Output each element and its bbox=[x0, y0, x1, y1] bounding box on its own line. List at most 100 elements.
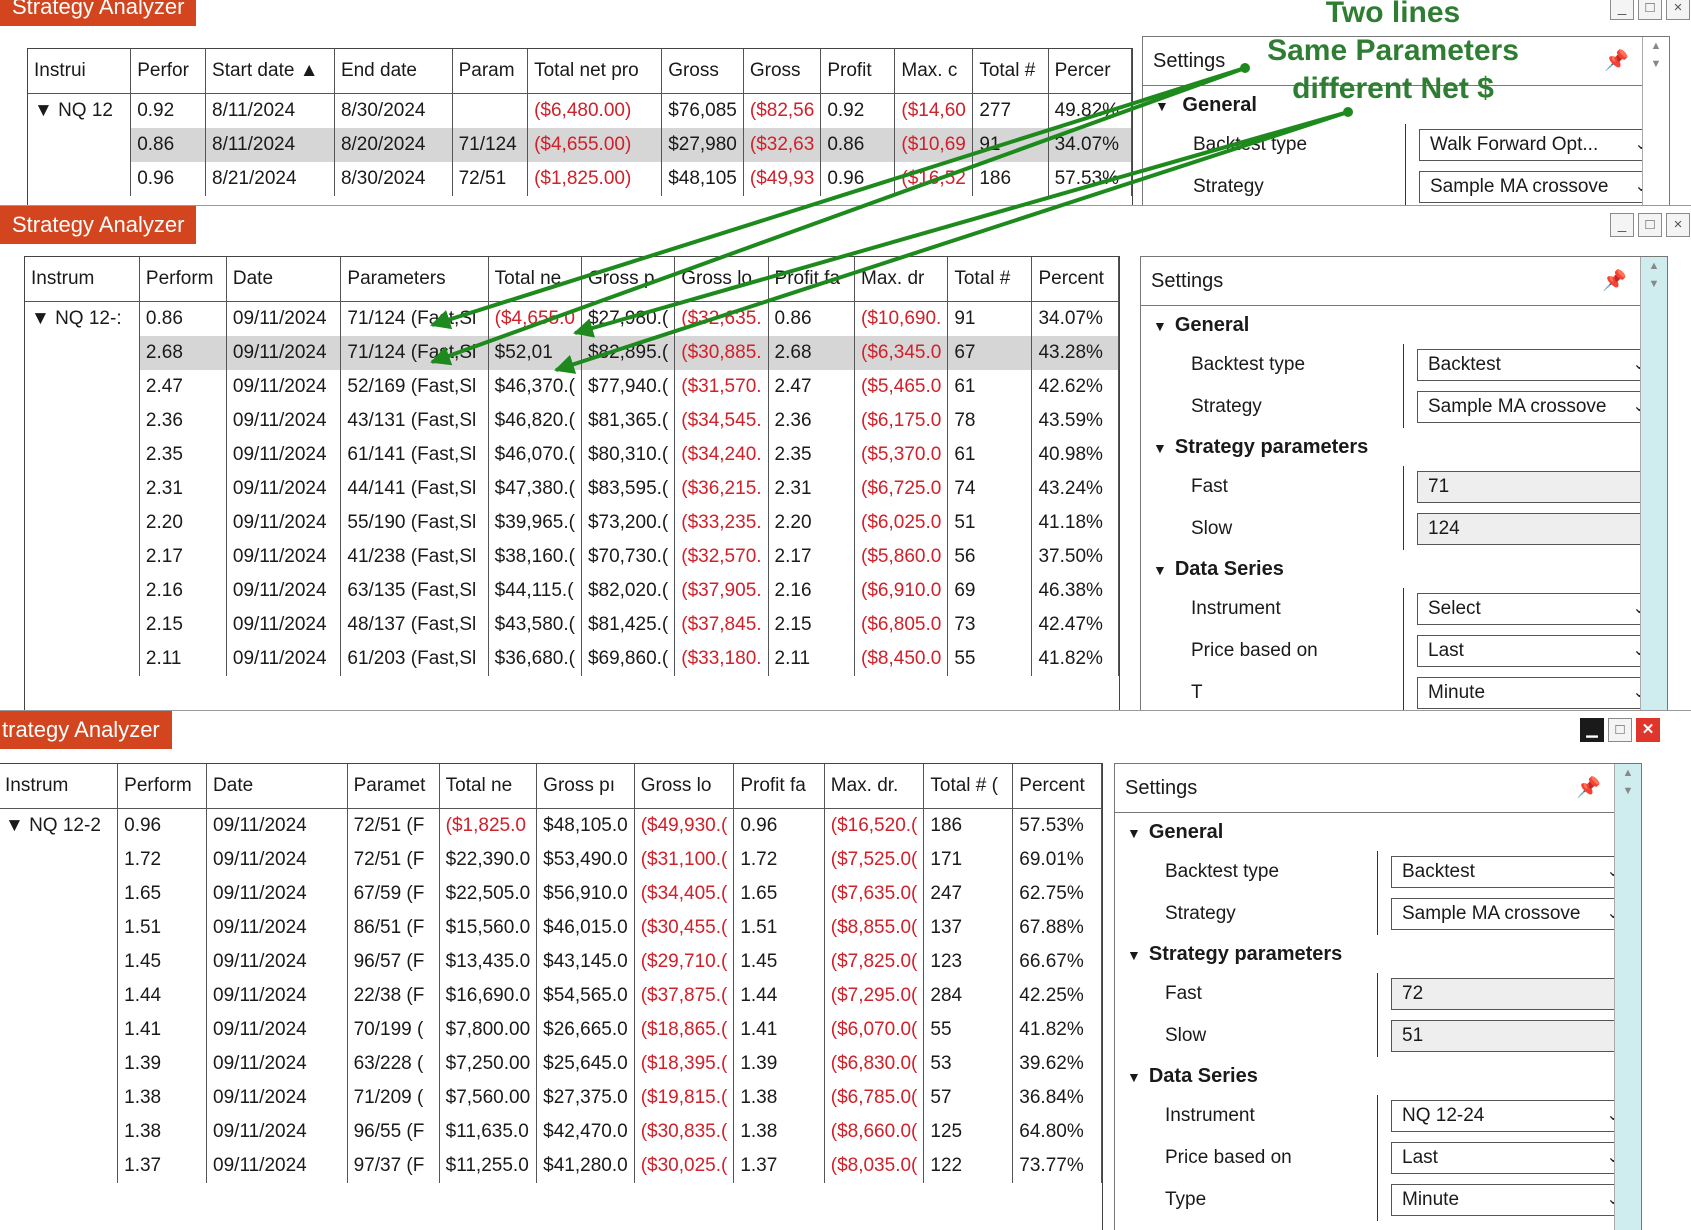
type-select[interactable]: Minute⌄ bbox=[1391, 1184, 1629, 1216]
column-header[interactable]: Profit fa bbox=[733, 764, 825, 809]
pin-icon[interactable]: 📌 bbox=[1576, 764, 1601, 812]
pin-icon[interactable]: 📌 bbox=[1604, 37, 1629, 85]
instrument-select[interactable]: Select⌄ bbox=[1417, 593, 1655, 625]
section-data-series[interactable]: ▼ Data Series bbox=[1141, 550, 1667, 588]
column-header[interactable]: Gross pı bbox=[536, 764, 635, 809]
column-header[interactable]: Instrui bbox=[28, 49, 132, 94]
collapse-triangle-icon[interactable]: ▼ bbox=[1153, 318, 1167, 334]
table-row[interactable]: 1.39 09/11/2024 63/228 ($7,250.00 $25,645.0… bbox=[0, 1047, 1102, 1081]
column-header[interactable]: Perfor bbox=[130, 49, 207, 94]
table-row[interactable]: 2.16 09/11/2024 63/135 (Fast,Sl $44,115.($8… bbox=[25, 574, 1119, 608]
column-header[interactable]: Gross lo bbox=[674, 257, 769, 302]
scroll-up-icon[interactable]: ▲ bbox=[1643, 37, 1669, 55]
close-icon[interactable]: × bbox=[1666, 213, 1690, 237]
column-header[interactable]: Total ne bbox=[488, 257, 582, 302]
window-title[interactable]: Strategy Analyzer bbox=[0, 206, 197, 244]
table-row[interactable]: ▼ NQ 12-2 0.96 09/11/2024 72/51 (F ($1,825.0… bbox=[0, 808, 1102, 843]
column-header[interactable]: Instrum bbox=[25, 257, 140, 302]
section-data-series[interactable]: ▼ Data Series bbox=[1115, 1057, 1641, 1095]
scroll-up-icon[interactable]: ▲ bbox=[1641, 257, 1667, 275]
table-row[interactable]: 0.96 8/21/2024 8/30/2024 72/51 ($1,825.00) $4… bbox=[28, 162, 1132, 196]
pin-icon[interactable]: 📌 bbox=[1602, 257, 1627, 305]
backtest-type-select[interactable]: Walk Forward Opt... ⌄ bbox=[1419, 129, 1657, 161]
column-header[interactable]: Total # bbox=[972, 49, 1049, 94]
fast-input[interactable]: 71 bbox=[1417, 471, 1655, 503]
window-title[interactable]: trategy Analyzer bbox=[0, 711, 172, 749]
settings-scrollbar[interactable]: ▲ ▼ bbox=[1614, 764, 1641, 1230]
column-header[interactable]: Paramet bbox=[347, 764, 440, 809]
column-header[interactable]: Percent bbox=[1031, 257, 1119, 302]
table-row[interactable]: 1.38 09/11/2024 96/55 (F $11,635.0 $42,470.0… bbox=[0, 1115, 1102, 1149]
section-strategy-parameters[interactable]: ▼ Strategy parameters bbox=[1115, 935, 1641, 973]
table-row[interactable]: 2.31 09/11/2024 44/141 (Fast,Sl $47,380.($8… bbox=[25, 472, 1119, 506]
column-header[interactable]: Gross p bbox=[581, 257, 676, 302]
window-title[interactable]: Strategy Analyzer bbox=[0, 0, 197, 26]
table-row[interactable]: 2.68 09/11/2024 71/124 (Fast,Sl $52,01 $82,8… bbox=[25, 336, 1119, 370]
column-header[interactable]: Gross lo bbox=[634, 764, 735, 809]
maximize-icon[interactable]: □ bbox=[1608, 718, 1632, 742]
fast-input[interactable]: 72 bbox=[1391, 978, 1629, 1010]
table-row[interactable]: 1.37 09/11/2024 97/37 (F $11,255.0 $41,280.0… bbox=[0, 1149, 1102, 1183]
column-header[interactable]: Date bbox=[226, 257, 342, 302]
column-header[interactable]: Start date ▲ bbox=[205, 49, 335, 94]
strategy-select[interactable]: Sample MA crossove⌄ bbox=[1417, 391, 1655, 423]
column-header[interactable]: Perform bbox=[117, 764, 208, 809]
column-header[interactable]: Gross bbox=[661, 49, 744, 94]
table-row[interactable]: 2.15 09/11/2024 48/137 (Fast,Sl $43,580.($8… bbox=[25, 608, 1119, 642]
collapse-triangle-icon[interactable]: ▼ bbox=[1127, 947, 1141, 963]
section-general[interactable]: ▼ General bbox=[1115, 813, 1641, 851]
table-row[interactable]: 0.86 8/11/2024 8/20/2024 71/124 ($4,655.00) $… bbox=[28, 128, 1132, 162]
scroll-down-icon[interactable]: ▼ bbox=[1643, 55, 1669, 73]
column-header[interactable]: End date bbox=[334, 49, 453, 94]
table-row[interactable]: 1.65 09/11/2024 67/59 (F $22,505.0 $56,910.0… bbox=[0, 877, 1102, 911]
minimize-icon[interactable]: ▁ bbox=[1580, 718, 1604, 742]
column-header[interactable]: Perform bbox=[139, 257, 227, 302]
column-header[interactable]: Date bbox=[206, 764, 348, 809]
close-icon[interactable]: × bbox=[1666, 0, 1690, 20]
column-header[interactable]: Gross bbox=[743, 49, 822, 94]
maximize-icon[interactable]: □ bbox=[1638, 0, 1662, 20]
scroll-up-icon[interactable]: ▲ bbox=[1615, 764, 1641, 782]
collapse-triangle-icon[interactable]: ▼ bbox=[1153, 440, 1167, 456]
table-row[interactable]: 2.11 09/11/2024 61/203 (Fast,Sl $36,680.($6… bbox=[25, 642, 1119, 676]
table-row[interactable]: 2.20 09/11/2024 55/190 (Fast,Sl $39,965.($7… bbox=[25, 506, 1119, 540]
slow-input[interactable]: 124 bbox=[1417, 513, 1655, 545]
collapse-triangle-icon[interactable]: ▼ bbox=[1127, 825, 1141, 841]
column-header[interactable]: Max. dr bbox=[854, 257, 949, 302]
price-based-on-select[interactable]: Last⌄ bbox=[1391, 1142, 1629, 1174]
instrument-select[interactable]: NQ 12-24⌄ bbox=[1391, 1100, 1629, 1132]
table-row[interactable]: 1.45 09/11/2024 96/57 (F $13,435.0 $43,145.0… bbox=[0, 945, 1102, 979]
collapse-triangle-icon[interactable]: ▼ bbox=[1153, 562, 1167, 578]
table-row[interactable]: 1.72 09/11/2024 72/51 (F $22,390.0 $53,490.0… bbox=[0, 843, 1102, 877]
minimize-icon[interactable]: _ bbox=[1610, 0, 1634, 20]
table-row[interactable]: ▼ NQ 12-: 0.86 09/11/2024 71/124 (Fast,Sl ($… bbox=[25, 301, 1119, 336]
settings-scrollbar[interactable]: ▲ ▼ bbox=[1642, 37, 1669, 205]
column-header[interactable]: Total # bbox=[947, 257, 1033, 302]
scroll-down-icon[interactable]: ▼ bbox=[1641, 275, 1667, 293]
scroll-down-icon[interactable]: ▼ bbox=[1615, 782, 1641, 800]
column-header[interactable]: Profit fa bbox=[768, 257, 856, 302]
table-row[interactable]: 1.44 09/11/2024 22/38 (F $16,690.0 $54,565.0… bbox=[0, 979, 1102, 1013]
table-row[interactable]: 2.35 09/11/2024 61/141 (Fast,Sl $46,070.($8… bbox=[25, 438, 1119, 472]
column-header[interactable]: Parameters bbox=[340, 257, 489, 302]
t-select[interactable]: Minute⌄ bbox=[1417, 677, 1655, 709]
table-row[interactable]: 1.38 09/11/2024 71/209 ($7,560.00 $27,375.0… bbox=[0, 1081, 1102, 1115]
strategy-select[interactable]: Sample MA crossove ⌄ bbox=[1419, 171, 1657, 203]
backtest-type-select[interactable]: Backtest⌄ bbox=[1391, 856, 1629, 888]
column-header[interactable]: Instrum bbox=[0, 764, 119, 809]
column-header[interactable]: Param bbox=[452, 49, 529, 94]
section-strategy-parameters[interactable]: ▼ Strategy parameters bbox=[1141, 428, 1667, 466]
table-row[interactable]: 1.51 09/11/2024 86/51 (F $15,560.0 $46,015.0… bbox=[0, 911, 1102, 945]
table-row[interactable]: 2.17 09/11/2024 41/238 (Fast,Sl $38,160.($7… bbox=[25, 540, 1119, 574]
column-header[interactable]: Profit bbox=[820, 49, 896, 94]
column-header[interactable]: Total net pro bbox=[527, 49, 663, 94]
maximize-icon[interactable]: □ bbox=[1638, 213, 1662, 237]
settings-scrollbar[interactable]: ▲ ▼ bbox=[1640, 257, 1667, 711]
close-icon[interactable]: ✕ bbox=[1636, 718, 1660, 742]
table-row[interactable]: 2.47 09/11/2024 52/169 (Fast,Sl $46,370.($7… bbox=[25, 370, 1119, 404]
collapse-triangle-icon[interactable]: ▼ bbox=[1127, 1069, 1141, 1085]
table-row[interactable]: ▼ NQ 12 0.92 8/11/2024 8/30/2024 ($6,480.00)… bbox=[28, 93, 1132, 128]
table-row[interactable]: 2.36 09/11/2024 43/131 (Fast,Sl $46,820.($8… bbox=[25, 404, 1119, 438]
column-header[interactable]: Percent bbox=[1012, 764, 1102, 809]
slow-input[interactable]: 51 bbox=[1391, 1020, 1629, 1052]
